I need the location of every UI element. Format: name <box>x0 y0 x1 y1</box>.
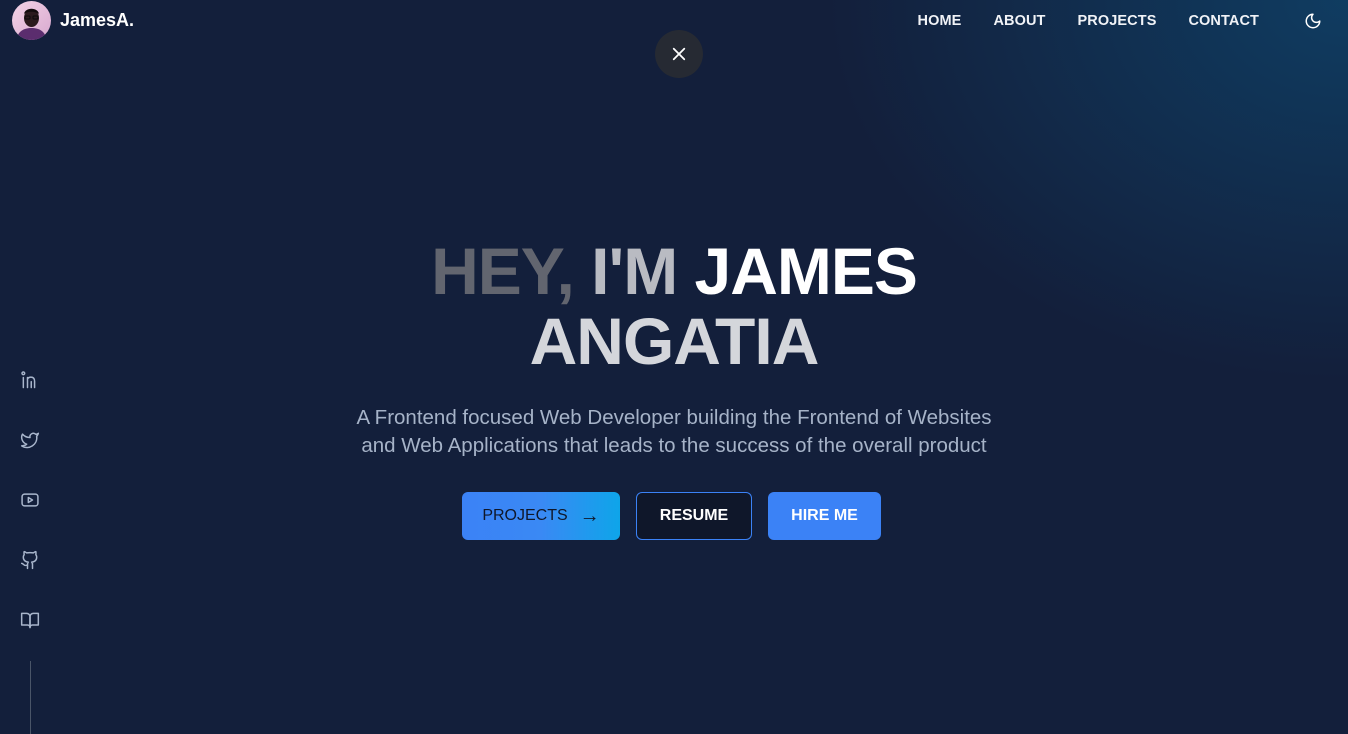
nav-home[interactable]: HOME <box>918 13 962 29</box>
hero-title-word: I'M <box>591 234 678 308</box>
projects-button[interactable]: PROJECTS → <box>462 492 620 540</box>
nav-projects[interactable]: PROJECTS <box>1078 13 1157 29</box>
hero-subtitle-line: and Web Applications that leads to the s… <box>361 434 987 457</box>
linkedin-icon <box>21 371 36 389</box>
nav-about[interactable]: ABOUT <box>993 13 1045 29</box>
youtube-link[interactable] <box>20 490 40 510</box>
twitter-icon <box>20 432 40 449</box>
brand-name: JamesA. <box>60 10 135 30</box>
github-icon <box>20 550 38 570</box>
resume-button[interactable]: RESUME <box>636 492 752 540</box>
moon-icon <box>1305 13 1321 29</box>
hero-buttons: PROJECTS → RESUME HIRE ME <box>462 492 881 540</box>
youtube-icon <box>21 493 39 507</box>
projects-button-label: PROJECTS <box>482 507 568 524</box>
hero-subtitle-line: A Frontend focused Web Developer buildin… <box>356 406 992 429</box>
close-icon <box>672 47 686 61</box>
close-button[interactable] <box>655 30 703 78</box>
book-icon <box>20 612 40 629</box>
twitter-link[interactable] <box>20 430 40 450</box>
social-divider-line <box>30 661 31 734</box>
github-link[interactable] <box>20 550 40 570</box>
avatar <box>12 1 51 40</box>
hero-title-word: HEY, <box>431 234 575 308</box>
linkedin-link[interactable] <box>20 370 40 390</box>
hero-title: HEY, I'M JAMES ANGATIA <box>0 236 1348 376</box>
theme-toggle-button[interactable] <box>1301 9 1325 33</box>
hero-title-word: JAMES <box>694 234 918 308</box>
hero-subtitle: A Frontend focused Web Developer buildin… <box>0 404 1348 460</box>
hero-title-surname: ANGATIA <box>529 304 820 378</box>
logo-link[interactable]: JamesA. <box>12 1 134 40</box>
blog-link[interactable] <box>20 610 40 630</box>
nav-contact[interactable]: CONTACT <box>1188 13 1259 29</box>
social-links <box>20 370 40 670</box>
hire-me-button[interactable]: HIRE ME <box>768 492 881 540</box>
arrow-right-icon: → <box>579 505 600 527</box>
main-nav: HOME ABOUT PROJECTS CONTACT <box>918 0 1348 42</box>
